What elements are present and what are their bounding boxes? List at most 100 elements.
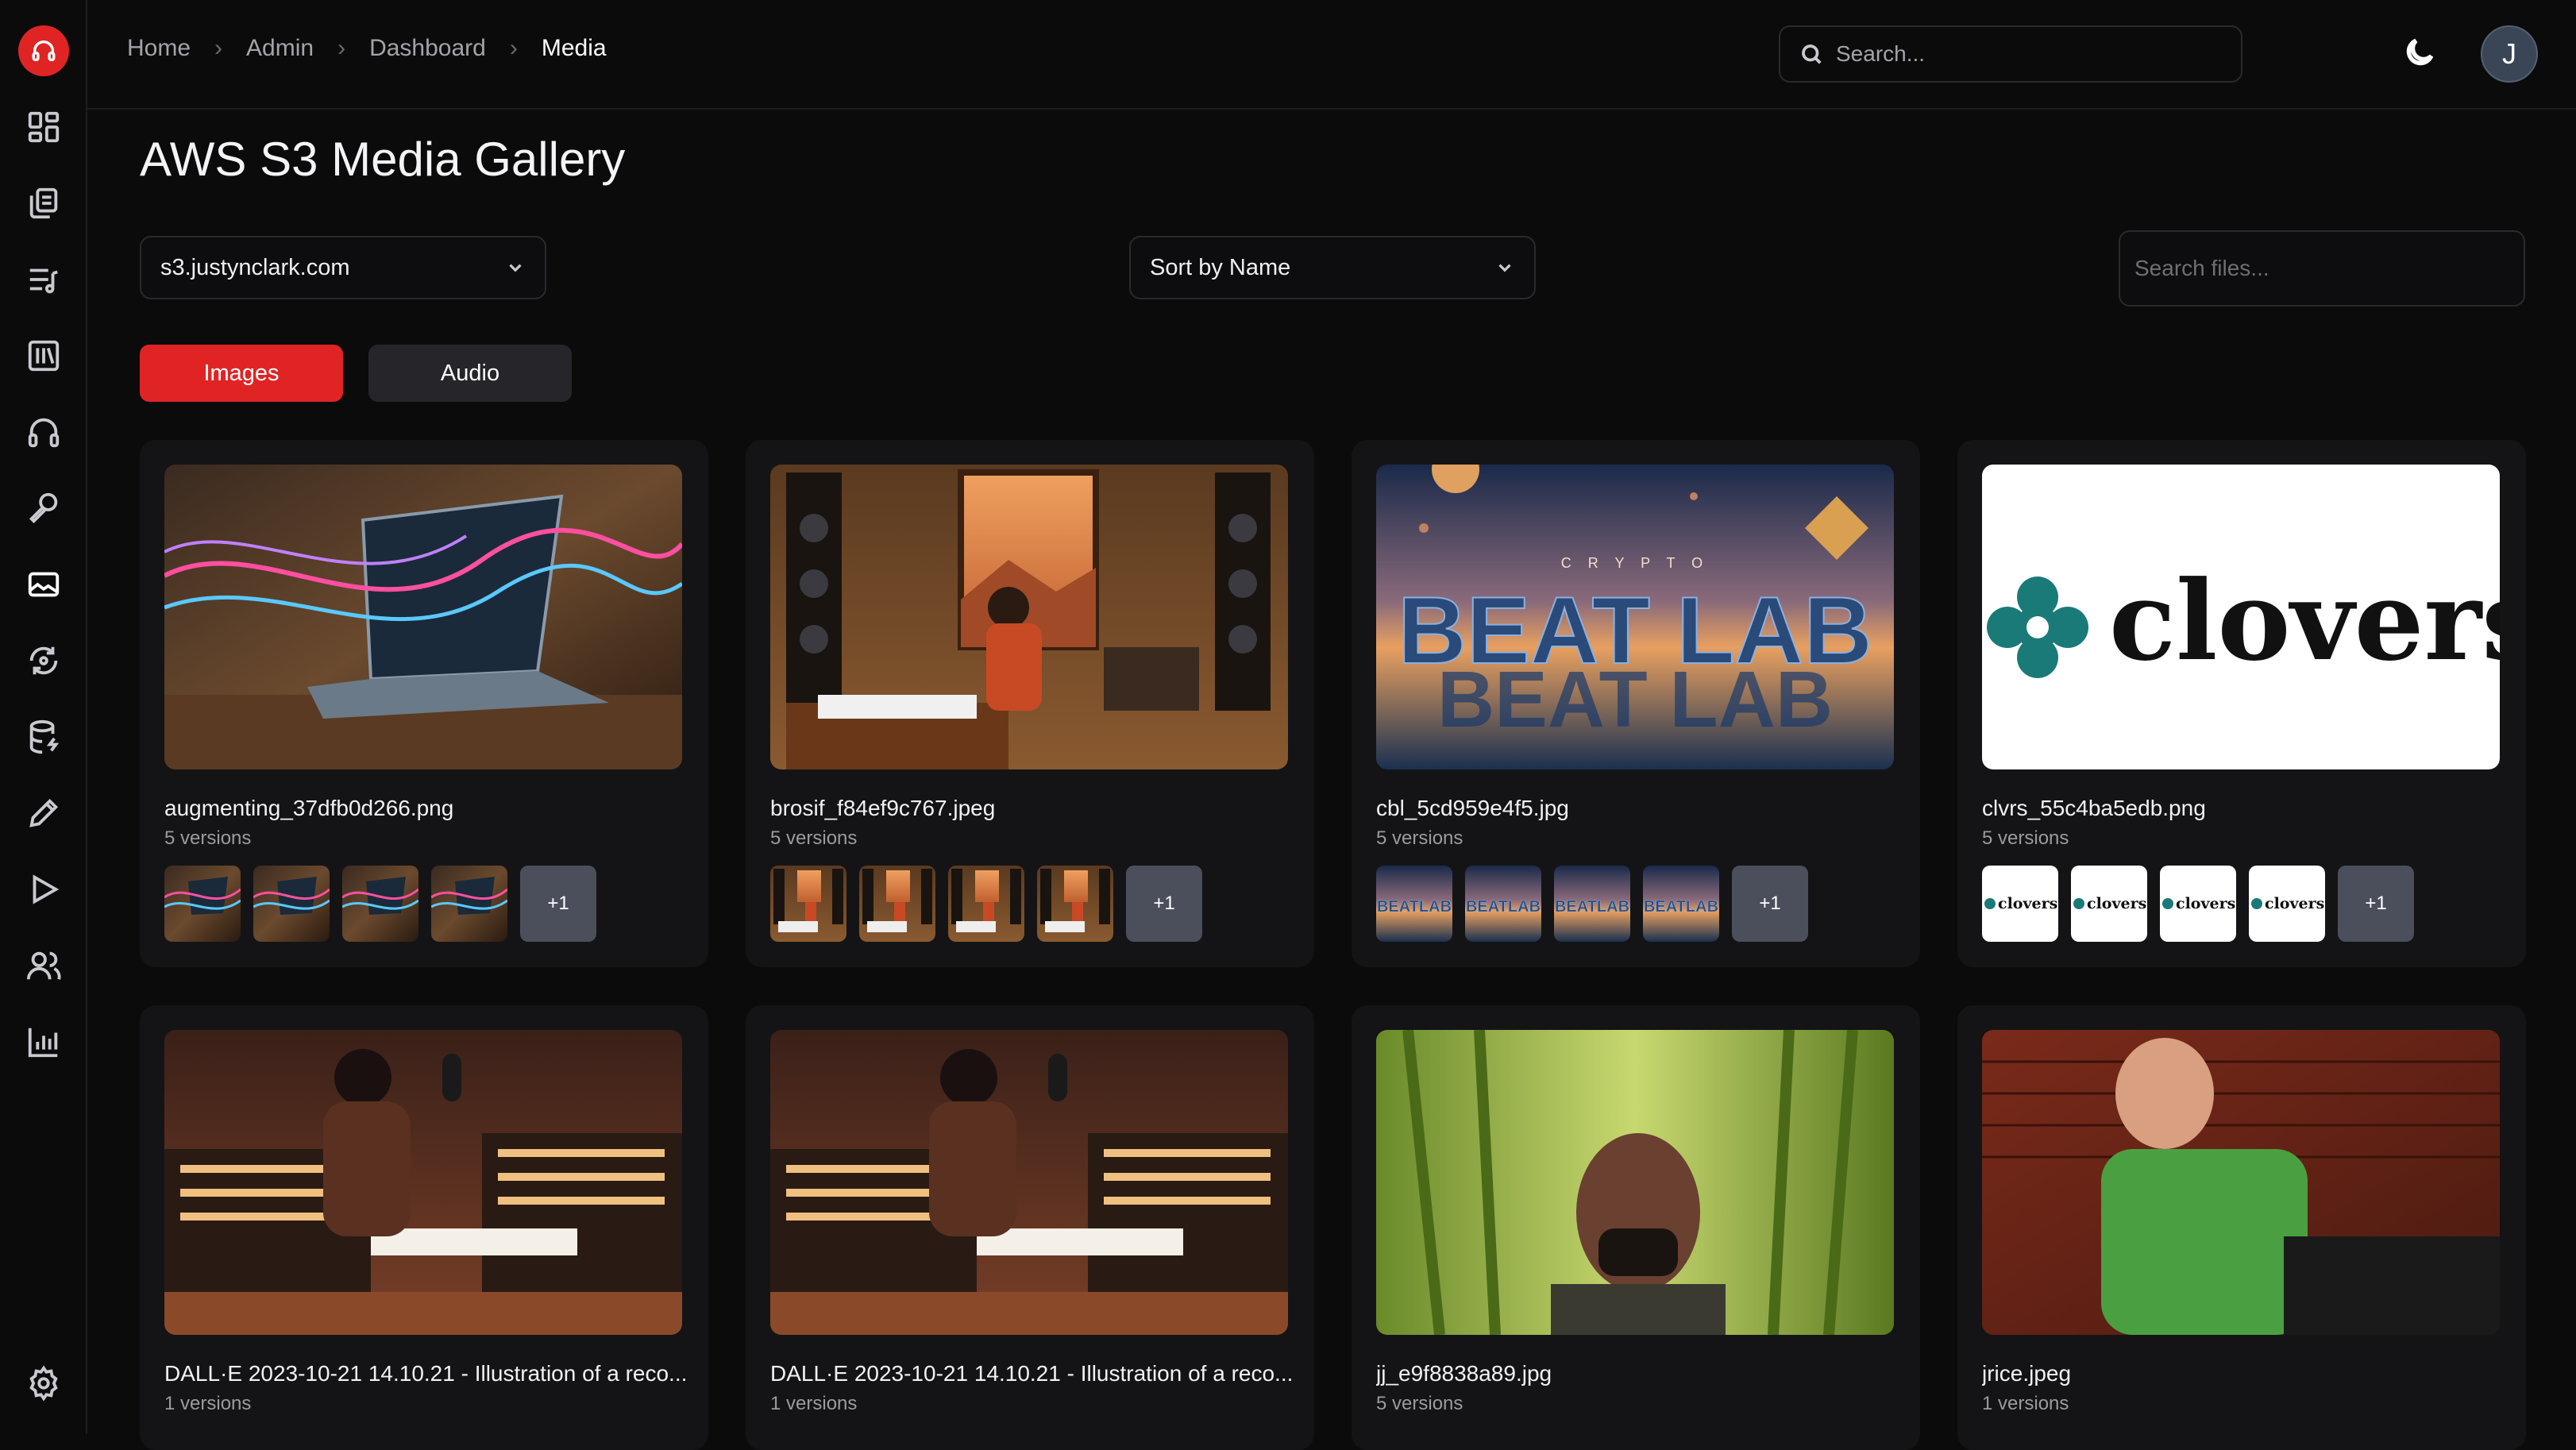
version-thumbnail[interactable] (342, 866, 418, 942)
file-name: jrice.jpeg (1982, 1361, 2072, 1386)
documents-icon[interactable] (25, 184, 63, 222)
media-card[interactable]: DALL·E 2023-10-21 14.10.21 - Illustratio… (140, 1005, 708, 1450)
tab-images[interactable]: Images (140, 345, 343, 402)
svg-text:BEATLAB: BEATLAB (1466, 898, 1541, 916)
version-thumbnail[interactable] (164, 866, 241, 942)
version-thumbnail[interactable]: clovers (2249, 866, 2325, 942)
svg-text:BEAT LAB: BEAT LAB (1437, 655, 1833, 744)
file-name: jj_e9f8838a89.jpg (1376, 1361, 1552, 1386)
clovers-logo-text: clovers (2109, 556, 2500, 685)
version-count: 5 versions (1376, 1393, 1463, 1414)
top-bar: Home › Admin › Dashboard › Media Search.… (87, 0, 2576, 110)
logo-headphones-icon[interactable] (18, 25, 69, 76)
version-thumbnails: BEATLAB BEATLAB BEATLAB BEATLAB +1 (1376, 866, 1808, 942)
dashboard-icon[interactable] (25, 108, 63, 146)
version-count: 1 versions (770, 1393, 858, 1414)
avatar[interactable]: J (2481, 25, 2538, 83)
svg-text:clovers: clovers (2265, 895, 2324, 912)
moon-icon[interactable] (2402, 35, 2440, 73)
version-count: 5 versions (1376, 827, 1463, 849)
svg-text:clovers: clovers (2087, 895, 2146, 912)
bucket-select-value: s3.justynclark.com (160, 254, 350, 280)
version-thumbnails: +1 (770, 866, 1202, 942)
breadcrumb: Home › Admin › Dashboard › Media (127, 35, 607, 62)
breadcrumb-admin[interactable]: Admin (246, 35, 314, 62)
version-thumbnail[interactable]: BEATLAB (1465, 866, 1541, 942)
chevron-right-icon: › (337, 35, 346, 61)
version-thumbnail[interactable]: BEATLAB (1554, 866, 1630, 942)
file-name: brosif_f84ef9c767.jpeg (770, 796, 996, 820)
version-thumbnail[interactable] (1037, 866, 1113, 942)
media-card[interactable]: C R Y P T O BEAT LAB BEAT LAB cbl_5cd959… (1352, 440, 1920, 967)
media-thumbnail[interactable] (770, 1030, 1288, 1335)
file-search-input[interactable] (2119, 230, 2525, 307)
breadcrumb-dashboard[interactable]: Dashboard (369, 35, 486, 62)
chart-icon[interactable] (25, 1023, 63, 1061)
version-thumbnail[interactable]: BEATLAB (1643, 866, 1719, 942)
database-icon[interactable] (25, 718, 63, 756)
microphone-icon[interactable] (25, 489, 63, 527)
logo-top-text: C R Y P T O (1561, 555, 1709, 571)
version-thumbnails: +1 (164, 866, 596, 942)
breadcrumb-home[interactable]: Home (127, 35, 191, 62)
version-count: 1 versions (1982, 1393, 2069, 1414)
version-thumbnail[interactable] (431, 866, 507, 942)
media-card[interactable]: clovers clvrs_55c4ba5edb.png 5 versions … (1957, 440, 2526, 967)
svg-text:BEATLAB: BEATLAB (1555, 898, 1629, 916)
play-icon[interactable] (25, 870, 63, 908)
library-icon[interactable] (25, 337, 63, 375)
refresh-icon[interactable] (25, 642, 63, 680)
settings-icon[interactable] (25, 1364, 63, 1402)
sort-select-value: Sort by Name (1150, 254, 1291, 280)
more-versions-button[interactable]: +1 (2338, 866, 2414, 942)
version-thumbnail[interactable]: clovers (2071, 866, 2147, 942)
file-name: clvrs_55c4ba5edb.png (1982, 796, 2206, 820)
chevron-right-icon: › (214, 35, 223, 61)
global-search-input[interactable]: Search... (1779, 25, 2242, 83)
svg-text:clovers: clovers (2176, 895, 2235, 912)
version-thumbnail[interactable]: BEATLAB (1376, 866, 1452, 942)
media-card[interactable]: DALL·E 2023-10-21 14.10.21 - Illustratio… (746, 1005, 1314, 1450)
tab-audio[interactable]: Audio (368, 345, 572, 402)
file-name: augmenting_37dfb0d266.png (164, 796, 454, 820)
more-versions-button[interactable]: +1 (1126, 866, 1202, 942)
svg-text:BEATLAB: BEATLAB (1644, 898, 1718, 916)
version-thumbnail[interactable] (770, 866, 846, 942)
media-thumbnail[interactable]: C R Y P T O BEAT LAB BEAT LAB (1376, 465, 1894, 769)
version-thumbnails: clovers clovers clovers clovers +1 (1982, 866, 2414, 942)
page-title: AWS S3 Media Gallery (140, 133, 626, 186)
media-thumbnail[interactable] (1376, 1030, 1894, 1335)
users-icon[interactable] (25, 947, 63, 985)
search-placeholder: Search... (1836, 41, 1926, 66)
svg-text:BEATLAB: BEATLAB (1377, 898, 1452, 916)
svg-text:clovers: clovers (1998, 895, 2057, 912)
version-count: 5 versions (770, 827, 858, 849)
media-thumbnail[interactable] (164, 465, 682, 769)
more-versions-button[interactable]: +1 (1732, 866, 1808, 942)
pencil-icon[interactable] (25, 794, 63, 832)
media-card[interactable]: brosif_f84ef9c767.jpeg 5 versions +1 (746, 440, 1314, 967)
media-card[interactable]: jrice.jpeg 1 versions (1957, 1005, 2526, 1450)
image-icon[interactable] (25, 565, 63, 604)
media-thumbnail[interactable] (164, 1030, 682, 1335)
version-thumbnail[interactable] (859, 866, 935, 942)
headphones-icon[interactable] (25, 413, 63, 451)
version-count: 5 versions (164, 827, 252, 849)
media-thumbnail[interactable] (1982, 1030, 2500, 1335)
version-count: 1 versions (164, 1393, 252, 1414)
bucket-select[interactable]: s3.justynclark.com (140, 236, 546, 299)
media-card[interactable]: augmenting_37dfb0d266.png 5 versions +1 (140, 440, 708, 967)
media-thumbnail[interactable]: clovers (1982, 465, 2500, 769)
version-thumbnail[interactable] (948, 866, 1024, 942)
version-thumbnail[interactable] (253, 866, 330, 942)
sort-select[interactable]: Sort by Name (1129, 236, 1536, 299)
version-thumbnail[interactable]: clovers (2160, 866, 2236, 942)
playlist-icon[interactable] (25, 260, 63, 299)
breadcrumb-media: Media (541, 35, 607, 61)
file-name: DALL·E 2023-10-21 14.10.21 - Illustratio… (770, 1361, 1294, 1386)
version-thumbnail[interactable]: clovers (1982, 866, 2058, 942)
media-card[interactable]: jj_e9f8838a89.jpg 5 versions (1352, 1005, 1920, 1450)
media-thumbnail[interactable] (770, 465, 1288, 769)
chevron-right-icon: › (509, 35, 518, 61)
more-versions-button[interactable]: +1 (520, 866, 596, 942)
